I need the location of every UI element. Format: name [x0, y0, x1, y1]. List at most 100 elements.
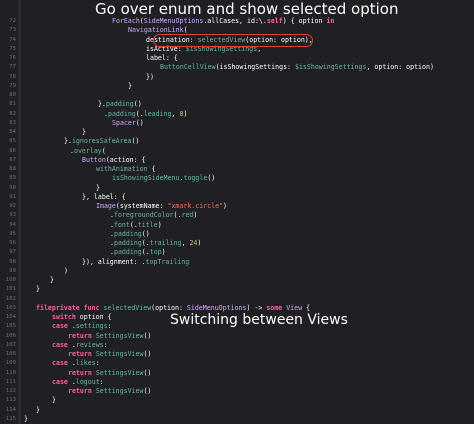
code-line: case .settings:	[52, 322, 112, 331]
code-token: .	[67, 359, 76, 368]
line-number: 108	[5, 351, 16, 357]
code-token: $isShowingSettings	[294, 63, 367, 72]
annotation-top: Go over enum and show selected option	[95, 0, 399, 18]
line-number: 80	[9, 92, 16, 98]
code-token: Spacer	[112, 118, 136, 127]
code-token: )	[193, 211, 198, 220]
code-token: fileprivate	[36, 303, 80, 312]
code-token: settings	[75, 322, 108, 331]
code-line: withAnimation {	[96, 165, 156, 174]
code-line: }	[96, 184, 100, 193]
code-line: return SettingsView()	[68, 332, 151, 341]
code-token: }.	[64, 137, 72, 146]
code-token: (.	[141, 248, 150, 257]
code-token: ()	[143, 368, 152, 377]
code-token: }	[52, 396, 56, 405]
code-line: .padding(.leading, 0)	[104, 110, 187, 119]
highlight-oval	[153, 34, 313, 47]
code-token: padding	[113, 229, 142, 238]
code-token: title	[137, 220, 158, 229]
line-number: 75	[9, 45, 16, 52]
code-token: ) ->	[246, 303, 267, 312]
code-token: }	[96, 183, 100, 192]
line-number: 78	[9, 73, 16, 80]
code-token: ()	[143, 387, 152, 395]
code-token: :	[95, 359, 100, 368]
code-line: Button(action: {	[82, 156, 146, 165]
change-indicator-bar	[18, 0, 21, 424]
code-token: ()	[135, 118, 144, 127]
line-number: 83	[9, 119, 16, 126]
code-token: :	[107, 322, 112, 331]
code-token: (action: {	[105, 155, 146, 164]
code-token: func	[83, 303, 100, 312]
code-line: .padding()	[110, 230, 150, 239]
code-line: return SettingsView()	[68, 369, 151, 378]
line-number: 97	[9, 249, 16, 256]
code-line: ForEach(SideMenuOptions.allCases, id:\.s…	[112, 17, 334, 26]
line-number: 105	[5, 323, 16, 330]
line-number: 101	[5, 286, 16, 293]
code-editor[interactable]: 72 73 74 75 76 77 78 79 80 81 82 83 84 85 86 87 88 89 90 91…	[0, 0, 474, 424]
code-token: .	[67, 340, 76, 349]
code-token: }	[36, 285, 40, 294]
code-token: ()	[133, 100, 142, 109]
code-token: }.	[98, 100, 106, 109]
code-token: overlay	[73, 146, 102, 155]
code-token: )	[223, 202, 228, 210]
line-number: 73	[9, 27, 16, 34]
code-token: (	[101, 146, 106, 155]
code-line: return SettingsView()	[68, 387, 151, 396]
code-token: }), alignment: .	[82, 257, 146, 266]
code-token: return	[68, 350, 92, 358]
code-token: Button	[82, 155, 106, 164]
code-token: in	[326, 17, 335, 25]
code-token: ignoresSafeArea	[71, 137, 132, 146]
code-token: case	[52, 359, 68, 368]
code-token: topTrailing	[145, 257, 190, 266]
code-line: }	[128, 82, 132, 91]
line-number: 85	[9, 138, 16, 145]
line-number: 115	[5, 415, 16, 422]
line-number: 72	[9, 18, 16, 24]
code-token: toggle	[183, 174, 208, 183]
code-line: ButtonCellView(isShowingSettings: $isSho…	[160, 63, 434, 72]
code-token: leading	[143, 109, 172, 118]
code-token: ()	[207, 174, 216, 183]
line-number: 104	[5, 314, 16, 320]
code-line: })	[146, 73, 154, 82]
code-token: ButtonCellView	[160, 63, 216, 72]
code-line: .foregroundColor(.red)	[110, 211, 197, 220]
line-number: 82	[9, 110, 16, 117]
line-number: 84	[9, 129, 16, 135]
code-token: likes	[75, 359, 96, 368]
code-token: ForEach	[112, 17, 140, 25]
code-token: {	[302, 303, 311, 312]
code-token: switch	[52, 313, 76, 321]
code-line: }	[52, 396, 56, 405]
code-line: case .logout:	[52, 378, 104, 387]
code-token: SettingsView	[95, 331, 144, 340]
code-token: }	[128, 81, 132, 90]
code-token: ()	[141, 229, 150, 238]
line-number: 112	[5, 388, 16, 394]
code-line: }.padding()	[98, 100, 142, 109]
code-token: }	[24, 414, 28, 423]
line-number: 110	[5, 369, 16, 376]
line-number: 76	[9, 55, 16, 61]
code-token: :	[103, 340, 108, 349]
code-token: View	[286, 303, 303, 312]
code-line: .padding(.trailing, 24)	[110, 239, 201, 248]
code-token: )	[157, 220, 162, 229]
code-line: }	[82, 128, 86, 137]
code-token: })	[146, 72, 154, 81]
code-line: return SettingsView()	[68, 350, 151, 359]
code-line: case .likes:	[52, 359, 100, 368]
code-token: )	[161, 248, 166, 257]
code-token: (systemName:	[115, 202, 168, 210]
code-token: (.	[141, 239, 150, 247]
line-number: 77	[9, 64, 16, 71]
code-token: SettingsView	[95, 387, 144, 395]
line-number: 100	[5, 277, 16, 283]
code-token: option {	[75, 313, 112, 321]
